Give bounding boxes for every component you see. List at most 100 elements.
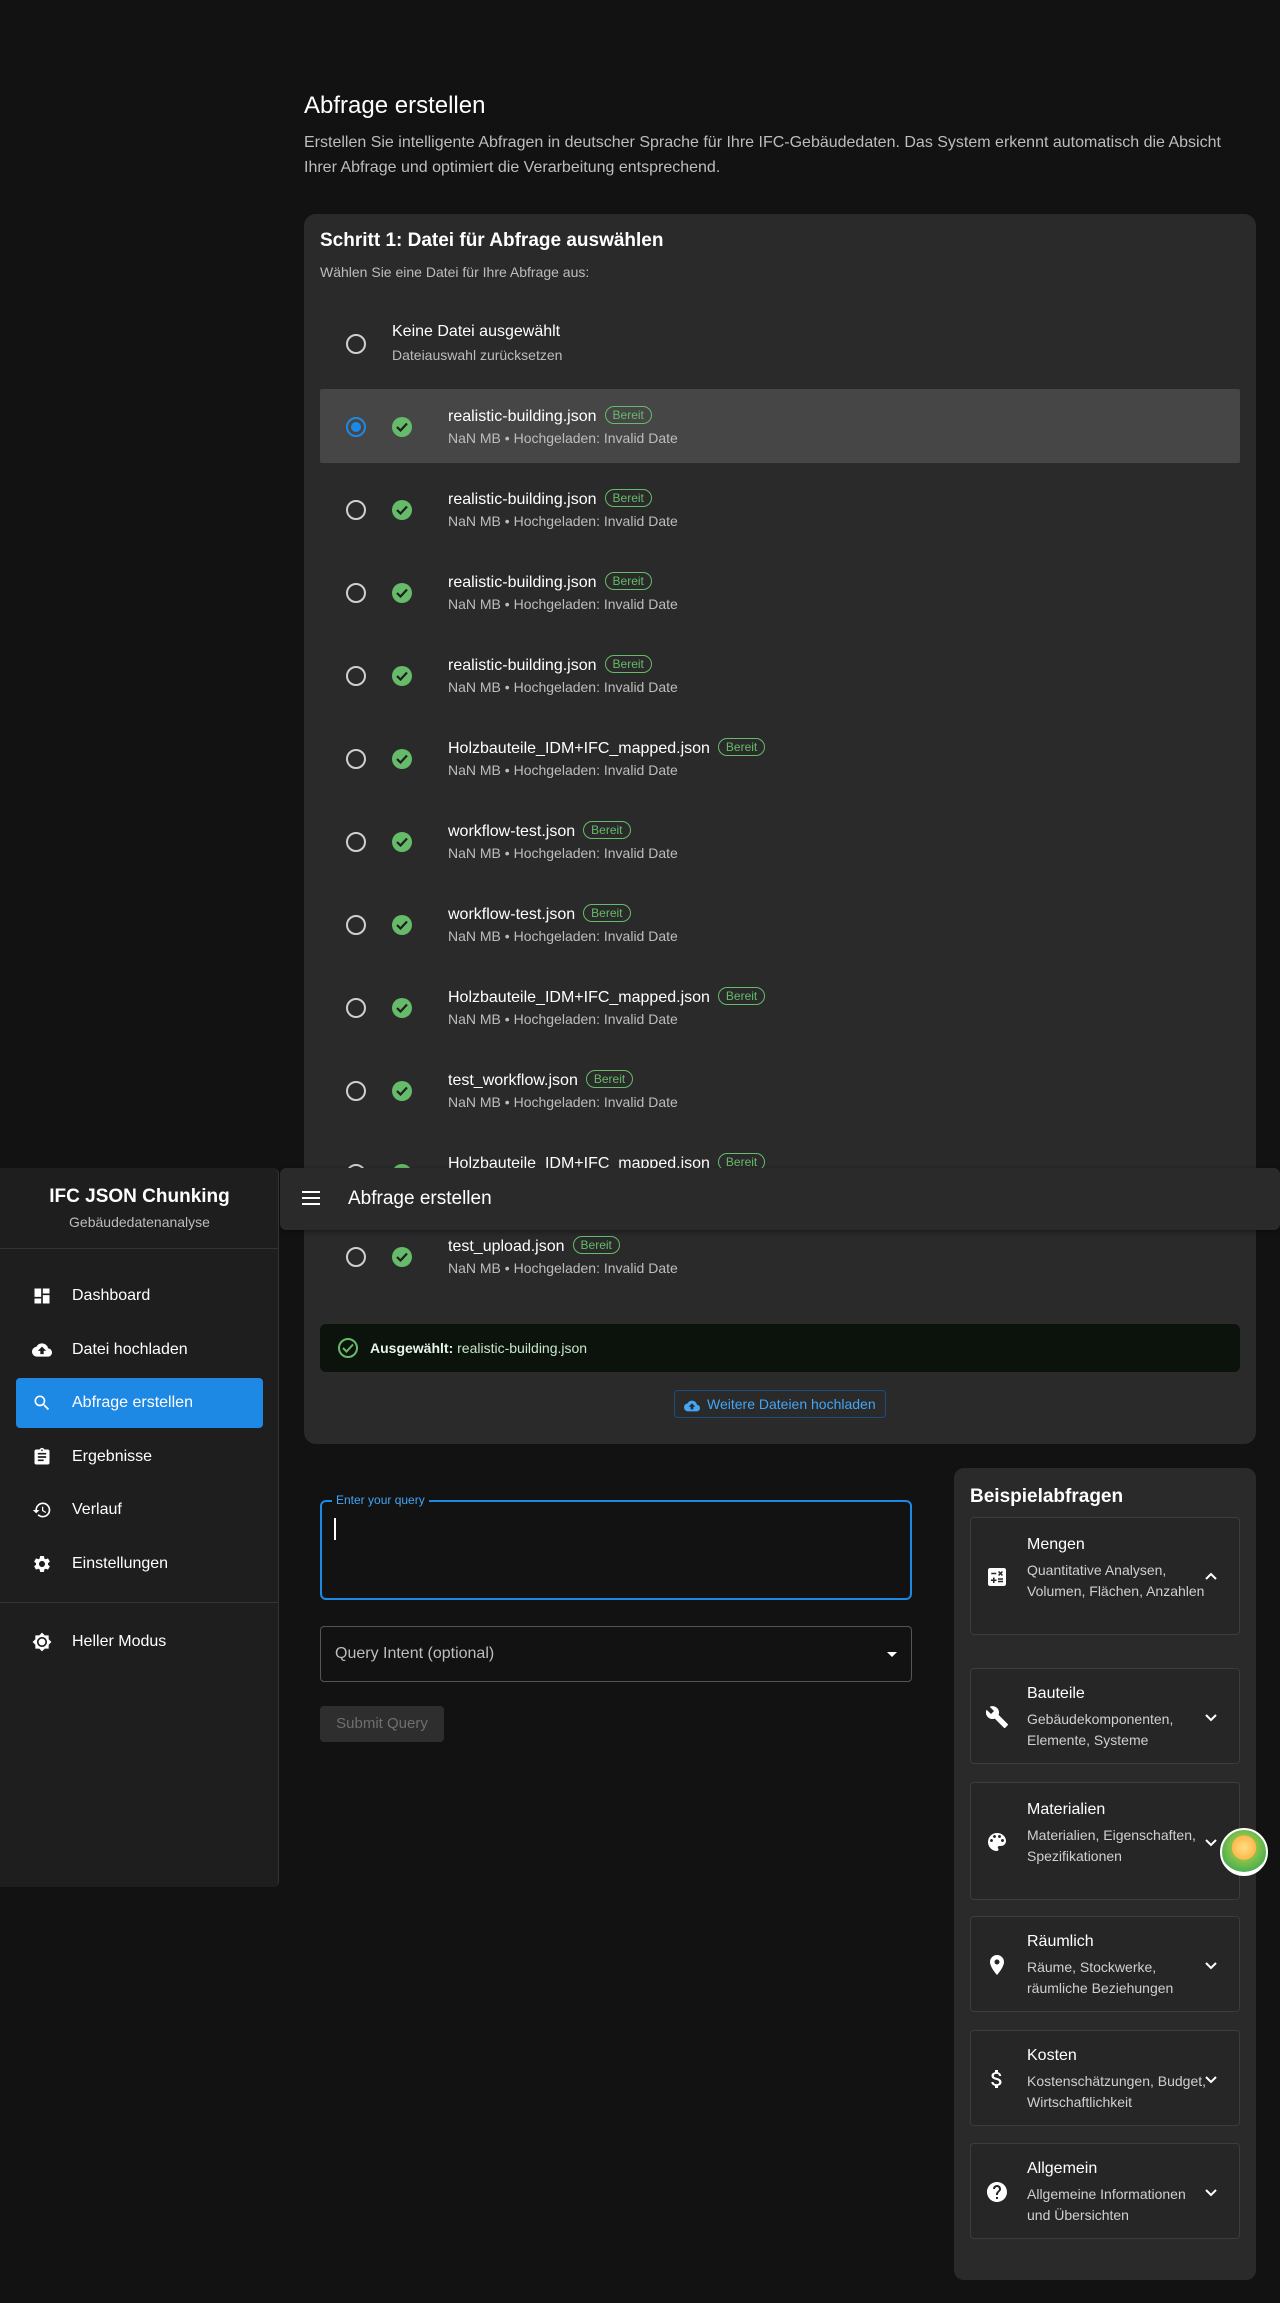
- status-badge: Bereit: [604, 655, 652, 673]
- status-badge: Bereit: [604, 572, 652, 590]
- chevron-down-icon[interactable]: [1199, 1705, 1223, 1734]
- search-icon: [32, 1393, 52, 1418]
- check-circle-icon: [392, 998, 412, 1018]
- sidebar-item-datei-hochladen[interactable]: Datei hochladen: [16, 1325, 263, 1375]
- history-icon: [32, 1500, 52, 1525]
- file-name: realistic-building.json Bereit: [448, 655, 652, 675]
- chevron-down-icon[interactable]: [1199, 1953, 1223, 1982]
- sidebar-item-verlauf[interactable]: Verlauf: [16, 1485, 263, 1535]
- chevron-down-icon[interactable]: [1199, 2180, 1223, 2209]
- file-name-text: Holzbauteile_IDM+IFC_mapped.json: [448, 740, 710, 757]
- no-file-option[interactable]: Keine Datei ausgewählt Dateiauswahl zurü…: [320, 306, 1240, 380]
- file-option[interactable]: realistic-building.json Bereit NaN MB • Ho…: [320, 389, 1240, 463]
- example-category-0[interactable]: Mengen Quantitative Analysen, Volumen, Fl…: [970, 1517, 1240, 1635]
- submit-query-button[interactable]: Submit Query: [320, 1706, 444, 1742]
- radio-button[interactable]: [346, 832, 366, 852]
- theme-toggle[interactable]: Heller Modus: [16, 1617, 263, 1667]
- step1-subtitle: Wählen Sie eine Datei für Ihre Abfrage a…: [320, 264, 590, 280]
- file-option[interactable]: workflow-test.json Bereit NaN MB • Hochgel…: [320, 804, 1240, 878]
- sidebar-item-abfrage-erstellen[interactable]: Abfrage erstellen: [16, 1378, 263, 1429]
- upload-more-button[interactable]: Weitere Dateien hochladen: [674, 1390, 886, 1418]
- query-input[interactable]: Enter your query: [320, 1493, 912, 1600]
- file-option[interactable]: realistic-building.json Bereit NaN MB • Ho…: [320, 472, 1240, 546]
- status-badge: Bereit: [585, 1070, 634, 1088]
- avatar[interactable]: [1220, 1828, 1268, 1876]
- example-queries-title: Beispielabfragen: [970, 1486, 1124, 1507]
- cloud-upload-icon: [32, 1340, 52, 1365]
- example-category-5[interactable]: Allgemein Allgemeine Informationen und Üb…: [970, 2143, 1240, 2239]
- chevron-up-icon[interactable]: [1199, 1565, 1223, 1594]
- gear-icon: [32, 1554, 52, 1579]
- sidebar-item-dashboard[interactable]: Dashboard: [16, 1271, 263, 1321]
- location-pin-icon: [985, 1953, 1009, 1982]
- radio-button[interactable]: [346, 915, 366, 935]
- file-list: Keine Datei ausgewählt Dateiauswahl zurü…: [320, 306, 1240, 1302]
- example-category-description: Kostenschätzungen, Budget, Wirtschaftlic…: [1027, 2073, 1207, 2110]
- example-category-name: Bauteile: [1027, 1685, 1085, 1702]
- check-circle-icon: [392, 915, 412, 935]
- radio-button[interactable]: [346, 998, 366, 1018]
- file-option[interactable]: test_workflow.json Bereit NaN MB • Hochgel…: [320, 1053, 1240, 1127]
- file-name-text: test_workflow.json: [448, 1072, 578, 1089]
- example-category-description: Räume, Stockwerke, räumliche Beziehungen: [1027, 1959, 1174, 1996]
- check-circle-icon: [392, 1081, 412, 1101]
- check-circle-icon: [392, 417, 412, 437]
- theme-toggle-label: Heller Modus: [72, 1633, 167, 1650]
- file-option[interactable]: test_upload.json Bereit NaN MB • Hochgelad…: [320, 1219, 1240, 1293]
- file-option[interactable]: workflow-test.json Bereit NaN MB • Hochgel…: [320, 887, 1240, 961]
- sidebar-item-einstellungen[interactable]: Einstellungen: [16, 1539, 263, 1589]
- sidebar-item-label: Datei hochladen: [72, 1340, 188, 1358]
- radio-button[interactable]: [346, 1247, 366, 1267]
- radio-button[interactable]: [346, 1081, 366, 1101]
- sidebar-item-ergebnisse[interactable]: Ergebnisse: [16, 1432, 263, 1482]
- page-title: Abfrage erstellen: [304, 92, 486, 119]
- example-category-name: Allgemein: [1027, 2160, 1098, 2177]
- divider: [0, 1248, 279, 1249]
- cloud-upload-icon: [683, 1396, 701, 1422]
- sidebar-item-label: Abfrage erstellen: [72, 1394, 193, 1412]
- sidebar-item-label: Dashboard: [72, 1287, 151, 1304]
- radio-button[interactable]: [346, 334, 366, 354]
- radio-button[interactable]: [346, 500, 366, 520]
- radio-button[interactable]: [346, 583, 366, 603]
- file-name: test_workflow.json Bereit: [448, 1070, 634, 1090]
- example-category-2[interactable]: Materialien Materialien, Eigenschaften, S…: [970, 1782, 1240, 1900]
- file-option[interactable]: Holzbauteile_IDM+IFC_mapped.json Bereit Na…: [320, 721, 1240, 795]
- example-category-4[interactable]: Kosten Kostenschätzungen, Budget, Wirtsch…: [970, 2030, 1240, 2126]
- radio-button[interactable]: [346, 417, 366, 437]
- file-name-text: workflow-test.json: [448, 906, 576, 923]
- file-meta: NaN MB • Hochgeladen: Invalid Date: [448, 1094, 678, 1110]
- example-category-name: Mengen: [1027, 1536, 1085, 1553]
- file-name: workflow-test.json Bereit: [448, 821, 631, 841]
- menu-icon[interactable]: [302, 1190, 322, 1211]
- file-name-text: realistic-building.json: [448, 491, 597, 508]
- upload-more-label: Weitere Dateien hochladen: [707, 1396, 876, 1412]
- check-circle-icon: [392, 666, 412, 686]
- example-category-3[interactable]: Räumlich Räume, Stockwerke, räumliche Bez…: [970, 1916, 1240, 2012]
- file-selection-card: Schritt 1: Datei für Abfrage auswählen W…: [304, 214, 1256, 1444]
- file-option[interactable]: realistic-building.json Bereit NaN MB • Ho…: [320, 555, 1240, 629]
- check-circle-icon: [392, 583, 412, 603]
- dropdown-arrow-icon: [887, 1652, 897, 1657]
- file-option[interactable]: Holzbauteile_IDM+IFC_mapped.json Bereit Na…: [320, 970, 1240, 1044]
- file-option[interactable]: realistic-building.json Bereit NaN MB • Ho…: [320, 638, 1240, 712]
- status-badge: Bereit: [717, 987, 766, 1005]
- clipboard-icon: [32, 1447, 52, 1472]
- radio-button[interactable]: [346, 749, 366, 769]
- status-badge: Bereit: [583, 821, 631, 839]
- chevron-down-icon[interactable]: [1199, 2067, 1223, 2096]
- radio-button[interactable]: [346, 666, 366, 686]
- app-subtitle: Gebäudedatenanalyse: [69, 1214, 210, 1230]
- query-input-label: Enter your query: [332, 1493, 429, 1507]
- example-category-name: Kosten: [1027, 2047, 1077, 2064]
- top-app-bar: Abfrage erstellen: [280, 1168, 1280, 1230]
- file-name: workflow-test.json Bereit: [448, 904, 631, 924]
- calculator-icon: [985, 1565, 1009, 1594]
- check-circle-icon: [392, 832, 412, 852]
- selected-label: Ausgewählt:: [370, 1340, 454, 1356]
- step1-title: Schritt 1: Datei für Abfrage auswählen: [320, 230, 664, 251]
- example-category-1[interactable]: Bauteile Gebäudekomponenten, Elemente, Sy…: [970, 1668, 1240, 1764]
- query-intent-select[interactable]: Query Intent (optional): [320, 1626, 912, 1682]
- file-meta: NaN MB • Hochgeladen: Invalid Date: [448, 845, 678, 861]
- example-category-name: Materialien: [1027, 1801, 1106, 1818]
